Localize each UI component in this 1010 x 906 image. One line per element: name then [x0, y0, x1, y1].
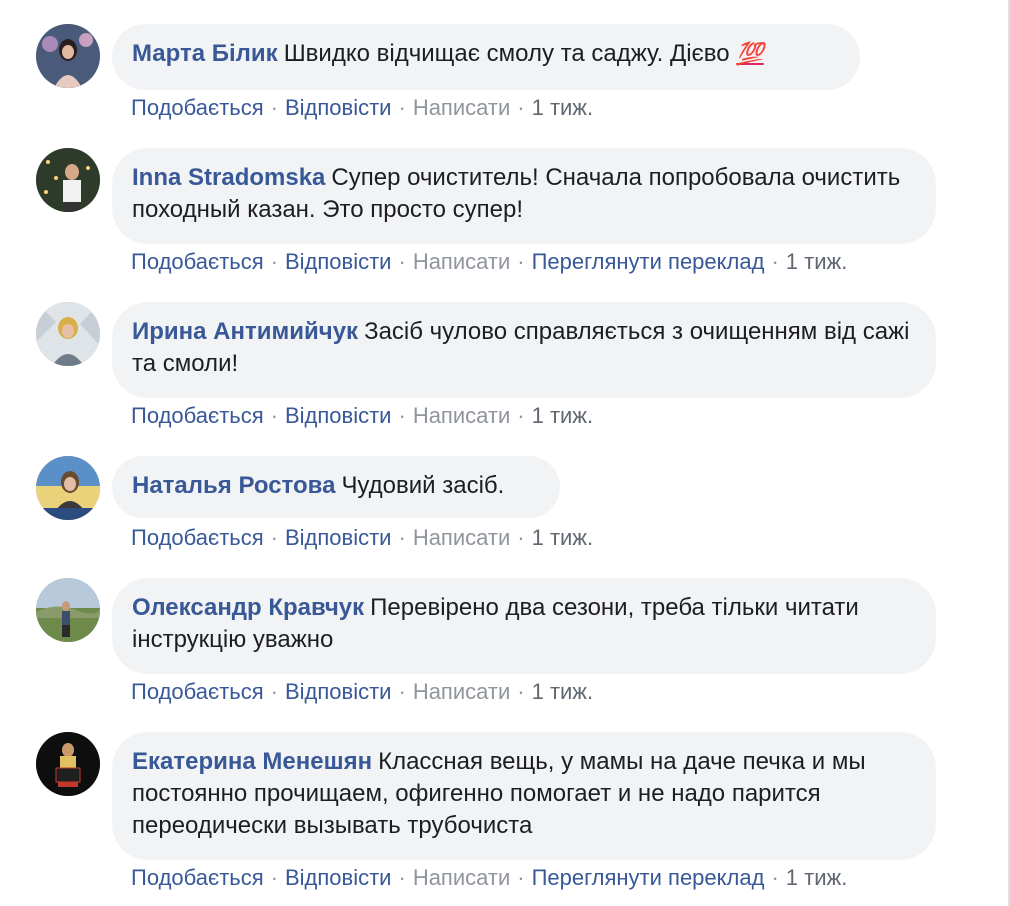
avatar[interactable]: [36, 456, 100, 520]
hundred-points-icon: 💯: [736, 41, 764, 66]
reply-link[interactable]: Відповісти: [285, 95, 392, 120]
comment-bubble: Inna Stradomska Супер очиститель! Сначала…: [112, 148, 936, 244]
comment-timestamp[interactable]: 1 тиж.: [532, 679, 594, 704]
write-link[interactable]: Написати: [413, 249, 510, 274]
avatar[interactable]: [36, 148, 100, 212]
write-link[interactable]: Написати: [413, 525, 510, 550]
like-link[interactable]: Подобається: [131, 95, 264, 120]
comment-author-link[interactable]: Наталья Ростова: [132, 472, 335, 499]
comment-bubble: Ирина Антимийчук Засіб чулово справляєтьс…: [112, 302, 936, 398]
comment-text: Чудовий засіб.: [341, 472, 505, 499]
reply-link[interactable]: Відповісти: [285, 525, 392, 550]
write-link[interactable]: Написати: [413, 403, 510, 428]
like-link[interactable]: Подобається: [131, 403, 264, 428]
like-link[interactable]: Подобається: [131, 249, 264, 274]
comment-author-link[interactable]: Inna Stradomska: [132, 164, 325, 191]
comment-timestamp[interactable]: 1 тиж.: [532, 95, 594, 120]
avatar[interactable]: [36, 578, 100, 642]
reply-link[interactable]: Відповісти: [285, 403, 392, 428]
write-link[interactable]: Написати: [413, 95, 510, 120]
comment-bubble: Екатерина Менешян Классная вещь, у мамы н…: [112, 732, 936, 860]
comment-timestamp[interactable]: 1 тиж.: [532, 403, 594, 428]
comment-actions: Подобається · Відповісти · Написати · Переглян…: [131, 865, 848, 890]
comment-author-link[interactable]: Екатерина Менешян: [132, 748, 372, 775]
like-link[interactable]: Подобається: [131, 865, 264, 890]
like-link[interactable]: Подобається: [131, 679, 264, 704]
like-link[interactable]: Подобається: [131, 525, 264, 550]
reply-link[interactable]: Відповісти: [285, 679, 392, 704]
comment-actions: Подобається · Відповісти · Написати · 1 тиж.: [131, 679, 594, 704]
comment-text: Швидко відчищає смолу та саджу. Дієво: [283, 40, 730, 67]
comment-actions: Подобається · Відповісти · Написати · Переглян…: [131, 249, 848, 274]
comment-author-link[interactable]: Марта Білик: [132, 40, 278, 67]
see-translation-link[interactable]: Переглянути переклад: [532, 249, 765, 274]
comment-timestamp[interactable]: 1 тиж.: [532, 525, 594, 550]
write-link[interactable]: Написати: [413, 679, 510, 704]
avatar[interactable]: [36, 24, 100, 88]
comment-timestamp[interactable]: 1 тиж.: [786, 865, 848, 890]
comment-bubble: Олександр Кравчук Перевірено два сезони, …: [112, 578, 936, 674]
avatar[interactable]: [36, 302, 100, 366]
comment-author-link[interactable]: Ирина Антимийчук: [132, 318, 358, 345]
reply-link[interactable]: Відповісти: [285, 249, 392, 274]
see-translation-link[interactable]: Переглянути переклад: [532, 865, 765, 890]
comment-actions: Подобається · Відповісти · Написати · 1 тиж.: [131, 525, 594, 550]
comment-author-link[interactable]: Олександр Кравчук: [132, 594, 364, 621]
comment-bubble: Наталья Ростова Чудовий засіб.: [112, 456, 560, 518]
comment-actions: Подобається · Відповісти · Написати · 1 тиж.: [131, 403, 594, 428]
avatar[interactable]: [36, 732, 100, 796]
comment-bubble: Марта Білик Швидко відчищає смолу та садж…: [112, 24, 860, 90]
reply-link[interactable]: Відповісти: [285, 865, 392, 890]
comment-actions: Подобається · Відповісти · Написати · 1 тиж.: [131, 95, 594, 120]
write-link[interactable]: Написати: [413, 865, 510, 890]
comment-timestamp[interactable]: 1 тиж.: [786, 249, 848, 274]
